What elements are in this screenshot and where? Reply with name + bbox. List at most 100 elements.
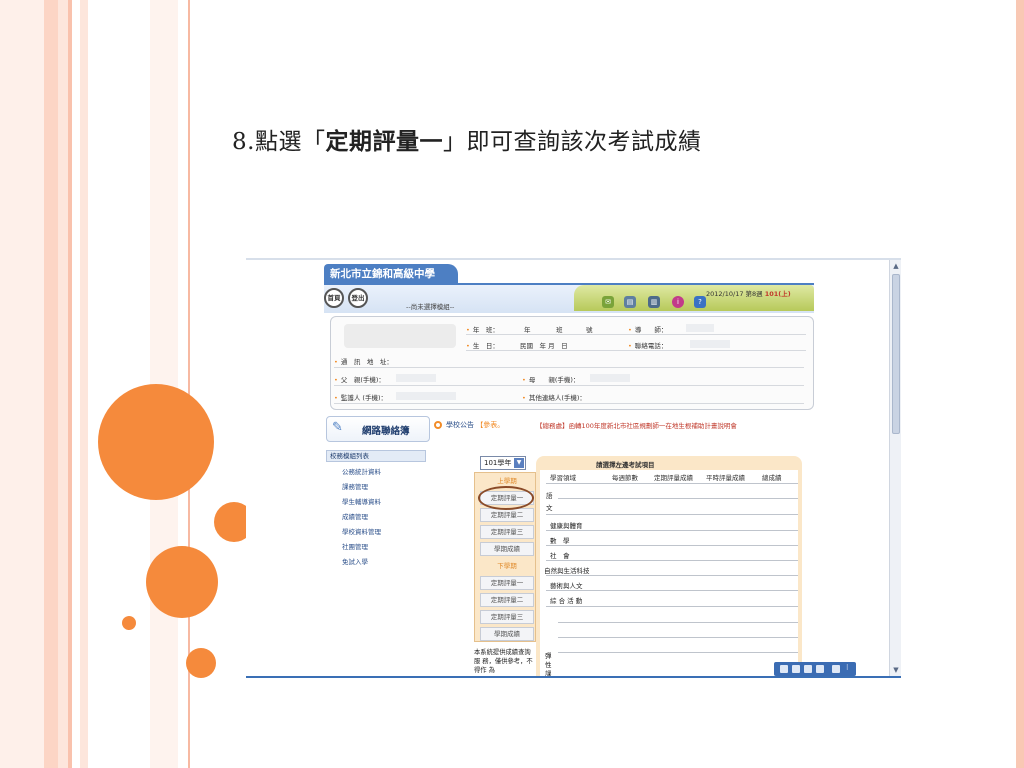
semester-grade-button-s1[interactable]: 學期成績	[480, 542, 534, 556]
subject-lang-top: 語	[546, 492, 553, 500]
nav-item-courses[interactable]: 課務管理	[342, 481, 368, 491]
decor-stripe-2	[44, 0, 58, 768]
date-text: 2012/10/17 第8週	[706, 290, 765, 298]
row-divider	[546, 560, 798, 561]
print-icon[interactable]: ▤	[624, 296, 636, 308]
decor-circle-small	[122, 616, 136, 630]
subject-arts: 藝術與人文	[550, 582, 583, 590]
printer-icon[interactable]: ▥	[648, 296, 660, 308]
info-rule-4	[334, 385, 804, 386]
scroll-down-icon[interactable]: ▼	[890, 664, 901, 676]
info-rule-3	[334, 367, 804, 368]
tray-icon-1[interactable]	[780, 665, 788, 673]
phone-label: • 聯絡電話：	[628, 342, 668, 350]
contact-book-title: 網路聯絡簿	[362, 426, 410, 437]
exam-1-button-s2[interactable]: 定期評量一	[480, 576, 534, 590]
title-suffix: 」即可查詢該次考試成績	[442, 129, 702, 155]
info-rule-5	[334, 403, 804, 404]
school-announcement[interactable]: 學校公告 【參表。	[446, 420, 504, 430]
birthday-label: • 生 日：	[466, 342, 499, 350]
subject-lang: 文	[546, 504, 553, 512]
term-text: 101(上)	[764, 290, 791, 298]
title-prefix: 8.點選「	[232, 129, 326, 155]
row-divider	[546, 545, 798, 546]
col-head-total: 總成績	[762, 474, 782, 482]
decor-circle-med	[146, 546, 218, 618]
tray-icon-5[interactable]	[832, 665, 840, 673]
class-class-text: 班	[556, 326, 563, 334]
nav-item-school-data[interactable]: 學校資料管理	[342, 526, 381, 536]
chevron-down-icon: ▼	[514, 458, 524, 468]
exam-3-button-s2[interactable]: 定期評量三	[480, 610, 534, 624]
mail-icon[interactable]: ✉	[602, 296, 614, 308]
flexible-course-label: 彈性課	[545, 652, 552, 678]
school-name: 新北市立錦和高級中學	[324, 264, 458, 284]
row-divider	[558, 652, 798, 653]
subject-health: 健康與體育	[550, 522, 583, 530]
decor-circle-small-2	[186, 648, 216, 678]
pencil-icon: ✎	[332, 420, 343, 435]
decor-circle-large	[98, 384, 214, 500]
left-nav-title: 校務模組列表	[326, 450, 426, 462]
highlight-circle	[478, 486, 534, 510]
tray-more-icon[interactable]: ⁝	[846, 663, 849, 672]
guardian-label: • 監護人 (手機)：	[334, 394, 387, 402]
tray-icon-3[interactable]	[804, 665, 812, 673]
grade-panel-header: 請選擇左邊考試項目	[596, 461, 655, 469]
exam-2-button-s2[interactable]: 定期評量二	[480, 593, 534, 607]
subject-math: 數 學	[550, 537, 570, 545]
class-label: • 年 班：	[466, 326, 499, 334]
help-icon[interactable]: ?	[694, 296, 706, 308]
exam-2-button-s1[interactable]: 定期評量二	[480, 508, 534, 522]
subject-social: 社 會	[550, 552, 570, 560]
col-head-exam: 定期評量成績	[654, 474, 693, 482]
decor-stripe-right	[1016, 0, 1024, 768]
info-icon[interactable]: i	[672, 296, 684, 308]
module-status: --尚未選擇模組--	[406, 303, 455, 311]
class-year-text: 年	[524, 326, 531, 334]
subject-integrated: 綜 合 活 動	[550, 597, 583, 605]
embedded-screenshot: ▲ ▼ 新北市立錦和高級中學 首頁 登出 --尚未選擇模組-- 2012/10/…	[246, 258, 901, 678]
row-divider	[558, 637, 798, 638]
scroll-up-icon[interactable]: ▲	[890, 260, 901, 272]
decor-stripe-4	[68, 0, 72, 768]
nav-item-grades[interactable]: 成績管理	[342, 511, 368, 521]
info-rule-1	[466, 334, 806, 335]
row-divider	[546, 575, 798, 576]
teacher-value	[686, 324, 714, 332]
news-ticker[interactable]: 【總務處】函轉100年度新北市社區規劃師一在地生根補助計畫說明會	[536, 420, 737, 430]
row-divider	[558, 498, 798, 499]
info-rule-2	[466, 350, 806, 351]
semester-2-label[interactable]: 下學期	[480, 559, 534, 573]
col-head-daily: 平時評量成績	[706, 474, 745, 482]
nav-item-statistics[interactable]: 公務統計資料	[342, 466, 381, 476]
title-highlight: 定期評量一	[325, 128, 443, 155]
nav-item-clubs[interactable]: 社團管理	[342, 541, 368, 551]
home-button[interactable]: 首頁	[324, 288, 344, 308]
tray-icon-4[interactable]	[816, 665, 824, 673]
mother-value	[590, 374, 630, 382]
nav-item-admission[interactable]: 免試入學	[342, 556, 368, 566]
decor-stripe-3	[58, 0, 68, 768]
student-photo	[344, 324, 456, 348]
subject-science: 自然與生活科技	[544, 567, 590, 575]
year-select[interactable]: 101學年 ▼	[480, 456, 526, 470]
row-divider	[546, 590, 798, 591]
exam-3-button-s1[interactable]: 定期評量三	[480, 525, 534, 539]
address-label: • 通 訊 地 址：	[334, 358, 393, 366]
father-value	[396, 374, 436, 382]
nav-item-counseling[interactable]: 學生輔導資料	[342, 496, 381, 506]
row-divider	[546, 483, 798, 484]
row-divider	[546, 530, 798, 531]
tray-icon-2[interactable]	[792, 665, 800, 673]
logout-button[interactable]: 登出	[348, 288, 368, 308]
birthday-value: 民國 年 月 日	[520, 342, 568, 350]
semester-grade-button-s2[interactable]: 學期成績	[480, 627, 534, 641]
phone-value	[690, 340, 730, 348]
date-info: 2012/10/17 第8週 101(上)	[706, 288, 791, 298]
other-contact-label: • 其他連絡人(手機)：	[522, 394, 586, 402]
teacher-label: • 導 師：	[628, 326, 668, 334]
vertical-scrollbar[interactable]: ▲ ▼	[889, 260, 901, 676]
decor-stripe-1	[0, 0, 44, 768]
scrollbar-thumb[interactable]	[892, 274, 900, 434]
